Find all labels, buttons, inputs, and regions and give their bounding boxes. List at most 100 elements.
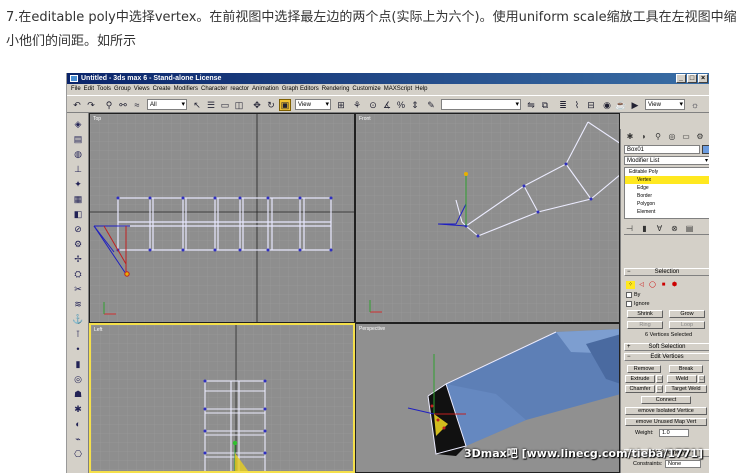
select-rotate-icon[interactable]: ↻ [265,99,277,111]
render-type-dropdown[interactable]: View [645,99,685,110]
reactor-fracture-icon[interactable]: ✂ [72,283,84,295]
motion-tab-icon[interactable]: ◎ [666,131,678,142]
menu-tools[interactable]: Tools [97,84,111,95]
viewport-label-perspective[interactable]: Perspective [359,326,385,332]
undo-icon[interactable]: ↶ [71,99,83,111]
reactor-rope-icon[interactable]: ⊥ [72,163,84,175]
weld-button[interactable]: Weld [667,375,697,383]
extrude-button[interactable]: Extrude [625,375,655,383]
stack-sub-element[interactable]: Element [625,208,709,216]
remove-unused-map-verts-button[interactable]: emove Unused Map Vert [625,418,707,426]
chamfer-settings-button[interactable]: □ [656,385,663,393]
menu-rendering[interactable]: Rendering [322,84,350,95]
render-scene-icon[interactable]: ☕ [615,99,627,111]
menu-character[interactable]: Character [201,84,227,95]
weight-spinner[interactable]: 1.0 [659,429,689,437]
pin-stack-icon[interactable]: ⊣ [624,223,635,234]
redo-icon[interactable]: ↷ [85,99,97,111]
render-last-icon[interactable]: ☼ [689,99,701,111]
by-vertex-checkbox[interactable]: By [626,291,640,299]
selection-filter-dropdown[interactable]: All [147,99,187,110]
reactor-hinge-icon[interactable]: ⊺ [72,328,84,340]
unlink-icon[interactable]: ⚯ [117,99,129,111]
select-uniform-scale-icon[interactable]: ▣ [279,99,291,111]
reactor-soft-body-icon[interactable]: ◍ [72,148,84,160]
reactor-prismatic-icon[interactable]: ▮ [72,358,84,370]
viewport-top[interactable]: Top [89,113,355,323]
stack-item-editable-poly[interactable]: Editable Poly [625,168,709,176]
schematic-view-icon[interactable]: ⊟ [585,99,597,111]
remove-modifier-icon[interactable]: ⊗ [669,223,680,234]
viewport-label-left[interactable]: Left [94,327,102,333]
shrink-button[interactable]: Shrink [627,310,663,318]
reactor-dashpot-icon[interactable]: ⊘ [72,223,84,235]
edit-named-selection-icon[interactable]: ✎ [425,99,437,111]
viewport-label-front[interactable]: Front [359,116,371,122]
maximize-button[interactable]: □ [687,74,697,83]
reactor-plane-icon[interactable]: ▦ [72,193,84,205]
object-color-swatch[interactable] [702,145,709,154]
edge-subobject-icon[interactable]: ◁ [637,281,646,289]
reactor-constraint-icon[interactable]: ⚓ [72,313,84,325]
window-crossing-icon[interactable]: ◫ [233,99,245,111]
menu-animation[interactable]: Animation [252,84,279,95]
reactor-create-animation-icon[interactable]: ⎔ [72,448,84,460]
menu-graph-editors[interactable]: Graph Editors [282,84,319,95]
menu-edit[interactable]: Edit [84,84,94,95]
menu-file[interactable]: File [71,84,81,95]
layer-manager-icon[interactable]: ≣ [557,99,569,111]
stack-sub-border[interactable]: Border [625,192,709,200]
soft-selection-rollout-header[interactable]: + Soft Selection [624,343,709,351]
menu-group[interactable]: Group [114,84,131,95]
menu-maxscript[interactable]: MAXScript [384,84,412,95]
stack-sub-edge[interactable]: Edge [625,184,709,192]
show-end-result-icon[interactable]: ▮ [639,223,650,234]
viewport-label-top[interactable]: Top [93,116,101,122]
target-weld-button[interactable]: Target Weld [665,385,707,393]
grow-button[interactable]: Grow [669,310,705,318]
reactor-wind-icon[interactable]: ✢ [72,253,84,265]
close-button[interactable]: × [698,74,708,83]
connect-button[interactable]: Connect [641,396,691,404]
bind-space-warp-icon[interactable]: ≈ [131,99,143,111]
loop-button[interactable]: Loop [669,321,705,329]
minimize-button[interactable]: _ [676,74,686,83]
reactor-toy-car-icon[interactable]: ⛭ [72,268,84,280]
reference-coordinate-dropdown[interactable]: View [295,99,331,110]
menu-customize[interactable]: Customize [352,84,380,95]
reactor-cloth-icon[interactable]: ▤ [72,133,84,145]
percent-snap-icon[interactable]: % [395,99,407,111]
configure-modifier-sets-icon[interactable]: ▤ [684,223,695,234]
chamfer-button[interactable]: Chamfer [625,385,655,393]
element-subobject-icon[interactable]: ⬢ [670,281,679,289]
reactor-water-icon[interactable]: ≋ [72,298,84,310]
align-icon[interactable]: ⧉ [539,99,551,111]
create-tab-icon[interactable]: ✱ [624,131,636,142]
ring-button[interactable]: Ring [627,321,663,329]
vertex-subobject-icon[interactable]: ⁘ [626,281,635,289]
menu-create[interactable]: Create [153,84,171,95]
ignore-backfacing-checkbox[interactable]: Ignore [626,300,650,308]
reactor-deform-icon[interactable]: ✦ [72,178,84,190]
snap-toggle-icon[interactable]: ⊙ [367,99,379,111]
menu-help[interactable]: Help [415,84,427,95]
edit-vertices-rollout-header[interactable]: − Edit Vertices [624,353,709,361]
reactor-spring-icon[interactable]: ◧ [72,208,84,220]
constraints-dropdown[interactable]: None [665,460,701,468]
select-move-icon[interactable]: ✥ [251,99,263,111]
menu-reactor[interactable]: reactor [230,84,249,95]
angle-snap-icon[interactable]: ∡ [381,99,393,111]
material-editor-icon[interactable]: ◉ [601,99,613,111]
spinner-snap-icon[interactable]: ⇕ [409,99,421,111]
quick-render-icon[interactable]: ▶ [629,99,641,111]
reactor-point-icon[interactable]: • [72,343,84,355]
named-selection-dropdown[interactable] [441,99,521,110]
reactor-fragment-icon[interactable]: ✱ [72,403,84,415]
pivot-center-icon[interactable]: ⊞ [335,99,347,111]
utilities-tab-icon[interactable]: ⚙ [694,131,706,142]
reactor-rigid-body-icon[interactable]: ◈ [72,118,84,130]
hierarchy-tab-icon[interactable]: ⚲ [652,131,664,142]
reactor-analyze-icon[interactable]: ⌁ [72,433,84,445]
reactor-ragdoll-icon[interactable]: ☗ [72,388,84,400]
object-name-field[interactable]: Box01 [624,145,700,154]
